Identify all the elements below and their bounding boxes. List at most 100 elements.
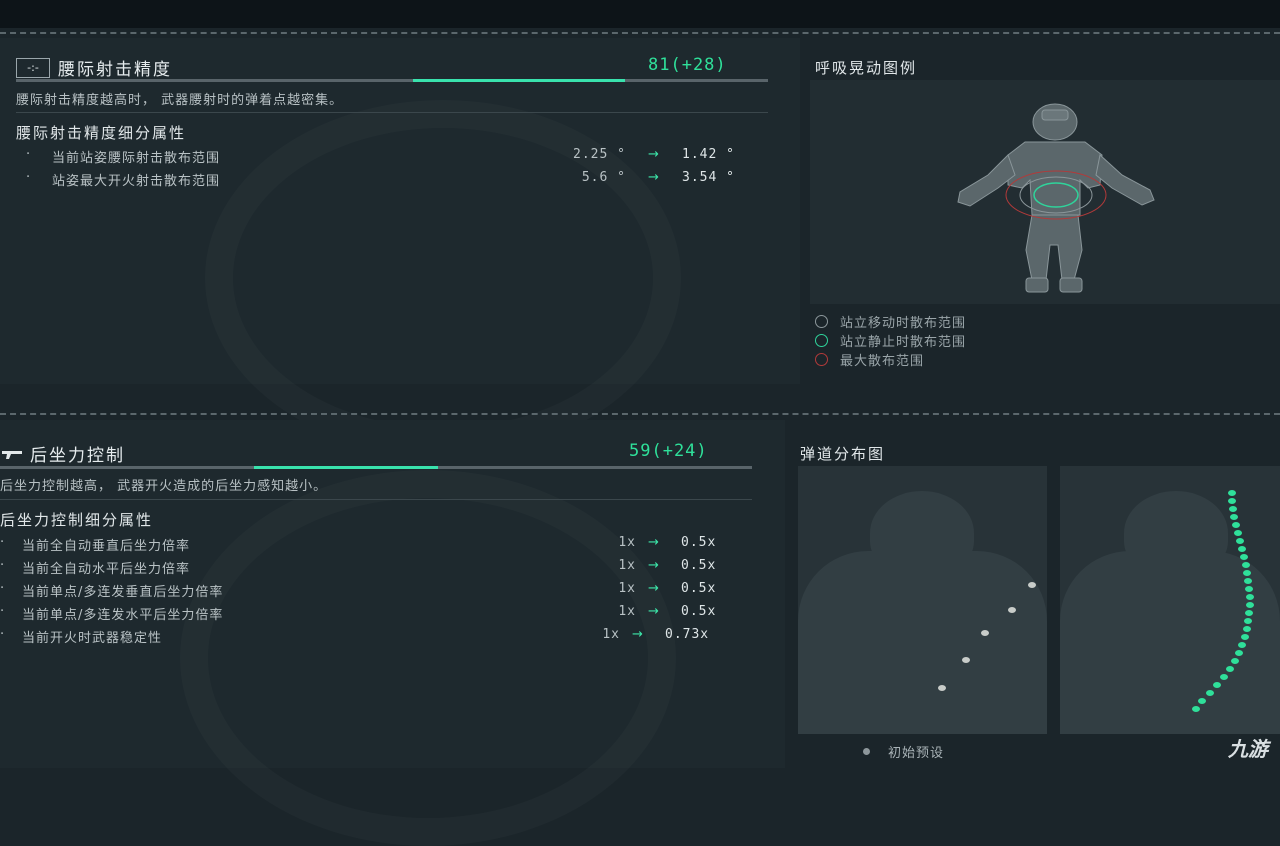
stat-new-value: 1.42 ° [682, 147, 735, 162]
recoil-header: 后坐力控制 [2, 441, 125, 466]
hip-fire-bar-fill [413, 79, 625, 82]
arrow-right-icon: → [648, 170, 660, 185]
stat-label: 当前全自动水平后坐力倍率 [22, 562, 191, 577]
legend-max: 最大散布范围 [815, 350, 924, 369]
stat-row: · 当前站姿腰际射击散布范围 2.25 ° → 1.42 ° [26, 147, 735, 166]
trajectory-current-box [1060, 466, 1280, 734]
arrow-right-icon: → [648, 581, 660, 596]
legend-standing: 站立静止时散布范围 [815, 331, 966, 350]
hip-fire-subtitle: 腰际射击精度细分属性 [16, 124, 187, 142]
stat-row: · 站姿最大开火射击散布范围 5.6 ° → 3.54 ° [26, 170, 735, 189]
stat-label: 站姿最大开火射击散布范围 [52, 174, 221, 189]
bullet-dot [1235, 650, 1243, 656]
stat-new-value: 0.5x [681, 535, 717, 550]
stat-new-value: 0.73x [665, 627, 710, 642]
trajectory-title: 弹道分布图 [800, 445, 886, 463]
bullet-dot [1206, 690, 1214, 696]
target-silhouette-body [798, 551, 1047, 734]
bullet-dot [1231, 658, 1239, 664]
arrow-right-icon: → [632, 627, 644, 642]
bullet-dot [938, 685, 946, 691]
hip-fire-title: 腰际射击精度 [58, 60, 172, 80]
section-divider [0, 413, 1280, 415]
background-emblem [180, 470, 676, 846]
bullet-dot [1213, 682, 1221, 688]
bullet-dot [1238, 642, 1246, 648]
top-divider [0, 32, 1280, 34]
circle-icon [815, 353, 828, 366]
stat-old-value: 1x [618, 581, 636, 596]
stat-old-value: 5.6 ° [581, 170, 626, 185]
bullet-dot [1242, 562, 1250, 568]
bullet-dot [1245, 586, 1253, 592]
bullet-dot [1236, 538, 1244, 544]
trajectory-initial-box [798, 466, 1047, 734]
dot-icon [863, 748, 870, 755]
bullet-dot [1232, 522, 1240, 528]
bullet-dot [1028, 582, 1036, 588]
stat-old-value: 1x [618, 535, 636, 550]
bullet-dot [1234, 530, 1242, 536]
bullet-dot [1228, 498, 1236, 504]
stat-old-value: 1x [618, 558, 636, 573]
bullet-dot [962, 657, 970, 663]
hip-fire-bar [16, 79, 768, 82]
watermark-logo: 九游 [1228, 737, 1268, 761]
bullet-dot [1228, 490, 1236, 496]
stat-row: · 当前全自动水平后坐力倍率 1x → 0.5x [0, 558, 717, 577]
recoil-description: 后坐力控制越高， 武器开火造成的后坐力感知越小。 [0, 479, 328, 494]
stat-label: 当前全自动垂直后坐力倍率 [22, 539, 191, 554]
top-bar [0, 0, 1280, 28]
preset-legend: 初始预设 [863, 742, 944, 761]
stat-row: · 当前单点/多连发水平后坐力倍率 1x → 0.5x [0, 604, 717, 623]
stat-new-value: 0.5x [681, 604, 717, 619]
crosshair-icon: -:- [16, 57, 50, 78]
stat-new-value: 3.54 ° [682, 170, 735, 185]
bullet-dot [1241, 634, 1249, 640]
stat-old-value: 1x [618, 604, 636, 619]
arrow-right-icon: → [648, 147, 660, 162]
bullet-dot [1238, 546, 1246, 552]
arrow-right-icon: → [648, 604, 660, 619]
bullet-dot [1246, 602, 1254, 608]
bullet-dot [1245, 610, 1253, 616]
legend-moving: 站立移动时散布范围 [815, 312, 966, 331]
divider [0, 499, 752, 500]
bullet-dot [981, 630, 989, 636]
stat-row: · 当前全自动垂直后坐力倍率 1x → 0.5x [0, 535, 717, 554]
soldier-figure [810, 80, 1280, 304]
bullet-dot [1244, 618, 1252, 624]
stat-old-value: 1x [602, 627, 620, 642]
soldier-figure-icon [957, 103, 1155, 293]
recoil-title: 后坐力控制 [30, 446, 125, 466]
bullet-dot [1229, 506, 1237, 512]
hip-fire-header: -:- 腰际射击精度 [16, 55, 172, 80]
stat-new-value: 0.5x [681, 581, 717, 596]
stat-label: 当前单点/多连发水平后坐力倍率 [22, 608, 224, 623]
bullet-dot [1192, 706, 1200, 712]
bullet-dot [1244, 578, 1252, 584]
arrow-right-icon: → [648, 558, 660, 573]
hip-fire-description: 腰际射击精度越高时， 武器腰射时的弹着点越密集。 [16, 93, 344, 108]
bullet-dot [1008, 607, 1016, 613]
stat-new-value: 0.5x [681, 558, 717, 573]
stat-label: 当前开火时武器稳定性 [22, 631, 163, 646]
recoil-bar-fill [254, 466, 438, 469]
stat-row: · 当前开火时武器稳定性 1x → 0.73x [0, 627, 710, 646]
recoil-score: 59(+24) [629, 441, 708, 461]
bullet-dot [1246, 594, 1254, 600]
circle-icon [815, 315, 828, 328]
bullet-dot [1243, 626, 1251, 632]
bullet-dot [1230, 514, 1238, 520]
bullet-dot [1240, 554, 1248, 560]
bullet-dot [1226, 666, 1234, 672]
stat-old-value: 2.25 ° [573, 147, 626, 162]
arrow-right-icon: → [648, 535, 660, 550]
breath-legend-title: 呼吸晃动图例 [815, 59, 918, 77]
stat-label: 当前单点/多连发垂直后坐力倍率 [22, 585, 224, 600]
bullet-dot [1243, 570, 1251, 576]
bullet-dot [1220, 674, 1228, 680]
recoil-subtitle: 后坐力控制细分属性 [0, 511, 154, 529]
circle-icon [815, 334, 828, 347]
hip-fire-score: 81(+28) [648, 55, 727, 75]
